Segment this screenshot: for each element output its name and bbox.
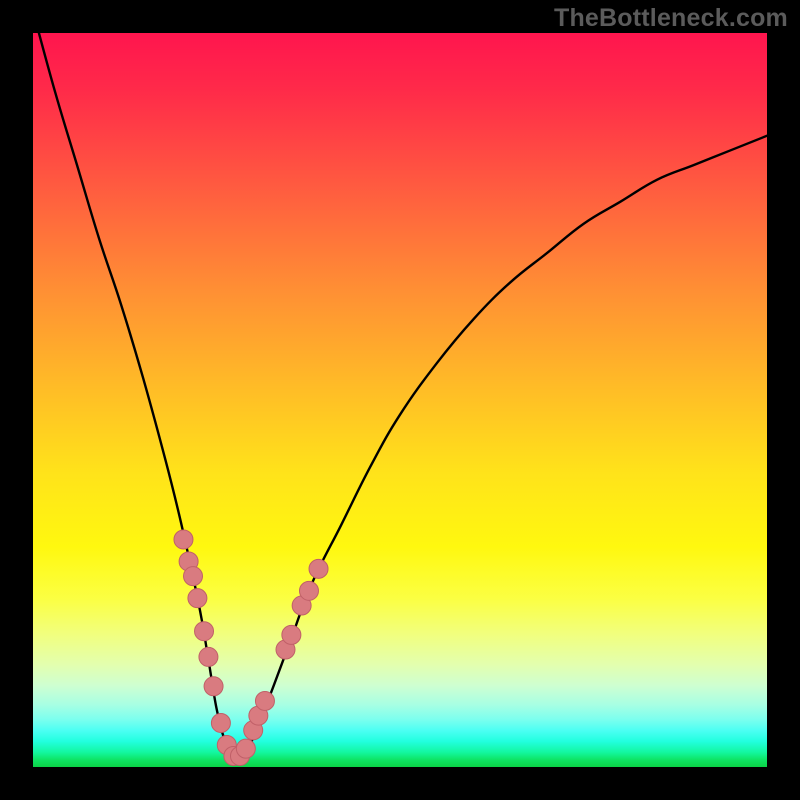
curve-markers: [174, 530, 328, 766]
curve-marker: [211, 713, 230, 732]
curve-marker: [299, 581, 318, 600]
curve-marker: [188, 589, 207, 608]
curve-marker: [255, 691, 274, 710]
watermark-text: TheBottleneck.com: [554, 4, 788, 33]
curve-marker: [184, 567, 203, 586]
curve-marker: [309, 559, 328, 578]
chart-overlay: [33, 33, 767, 767]
chart-stage: TheBottleneck.com: [0, 0, 800, 800]
curve-marker: [199, 647, 218, 666]
bottleneck-curve: [33, 33, 767, 760]
curve-marker: [174, 530, 193, 549]
curve-marker: [204, 677, 223, 696]
plot-area: [33, 33, 767, 767]
curve-marker: [236, 739, 255, 758]
curve-marker: [195, 622, 214, 641]
curve-marker: [282, 625, 301, 644]
